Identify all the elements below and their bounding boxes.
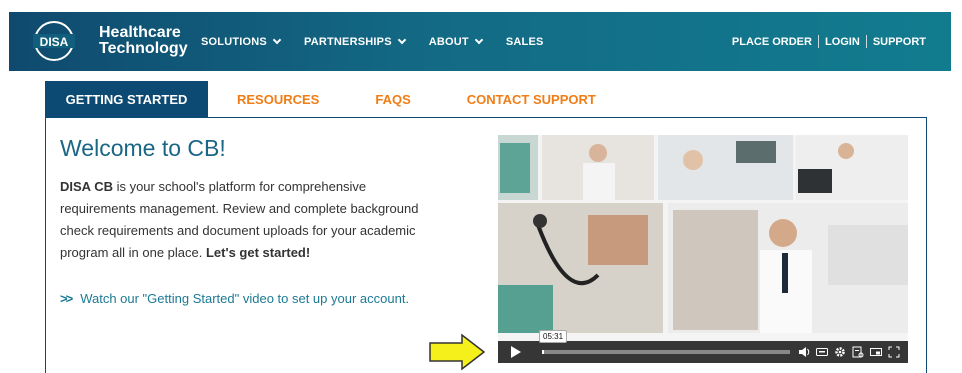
tab-resources[interactable]: RESOURCES [237, 81, 319, 118]
brand-line-1: Healthcare [99, 24, 181, 41]
watch-video-text: Watch our "Getting Started" video to set… [80, 291, 410, 306]
fullscreen-icon[interactable] [888, 346, 900, 358]
nav-about[interactable]: ABOUT [429, 35, 484, 48]
watch-video-link[interactable]: >> Watch our "Getting Started" video to … [60, 291, 409, 306]
brand-name[interactable]: Healthcare Technology [99, 25, 188, 57]
transcript-icon[interactable] [852, 346, 864, 358]
divider [865, 35, 867, 48]
volume-icon[interactable] [798, 346, 810, 358]
support-link[interactable]: SUPPORT [873, 36, 926, 48]
chevron-down-icon [397, 35, 406, 44]
double-chevron-right-icon: >> [60, 291, 73, 306]
login-link[interactable]: LOGIN [825, 36, 860, 48]
nav-partnerships[interactable]: PARTNERSHIPS [304, 35, 406, 48]
video-player[interactable] [498, 135, 908, 363]
tab-faqs[interactable]: FAQS [375, 81, 410, 118]
site-header: DISA Healthcare Technology SOLUTIONS PAR… [9, 12, 951, 71]
utility-nav: PLACE ORDER LOGIN SUPPORT [732, 12, 926, 71]
play-icon [511, 346, 521, 358]
progress-fill [542, 350, 545, 354]
brand-name-bold: DISA CB [60, 179, 113, 194]
divider [817, 35, 819, 48]
place-order-link[interactable]: PLACE ORDER [732, 36, 812, 48]
play-button[interactable] [498, 341, 534, 363]
captions-icon[interactable] [816, 346, 828, 358]
video-controls [498, 341, 908, 363]
disa-logo-icon[interactable]: DISA [33, 20, 75, 62]
page-title: Welcome to CB! [60, 135, 226, 161]
nav-sales[interactable]: SALES [506, 36, 544, 48]
tab-getting-started[interactable]: GETTING STARTED [45, 81, 208, 118]
main-nav: SOLUTIONS PARTNERSHIPS ABOUT SALES [201, 12, 568, 71]
tab-contact-support[interactable]: CONTACT SUPPORT [467, 81, 596, 118]
intro-text: DISA CB is your school's platform for co… [60, 176, 440, 264]
content-tabs: GETTING STARTED RESOURCES FAQS CONTACT S… [45, 81, 596, 118]
svg-text:DISA: DISA [40, 35, 69, 49]
control-icons [798, 346, 908, 358]
video-time-tooltip: 05:31 [539, 330, 568, 343]
chevron-down-icon [474, 35, 484, 44]
brand-line-2: Technology [99, 40, 188, 57]
nav-solutions[interactable]: SOLUTIONS [201, 35, 282, 48]
video-progress-bar[interactable] [542, 350, 790, 354]
gear-icon[interactable] [834, 346, 846, 358]
yellow-arrow-icon [429, 333, 486, 371]
picture-in-picture-icon[interactable] [870, 346, 882, 358]
video-thumbnail-collage [498, 135, 908, 333]
intro-cta: Let's get started! [205, 245, 311, 260]
chevron-down-icon [272, 35, 282, 44]
